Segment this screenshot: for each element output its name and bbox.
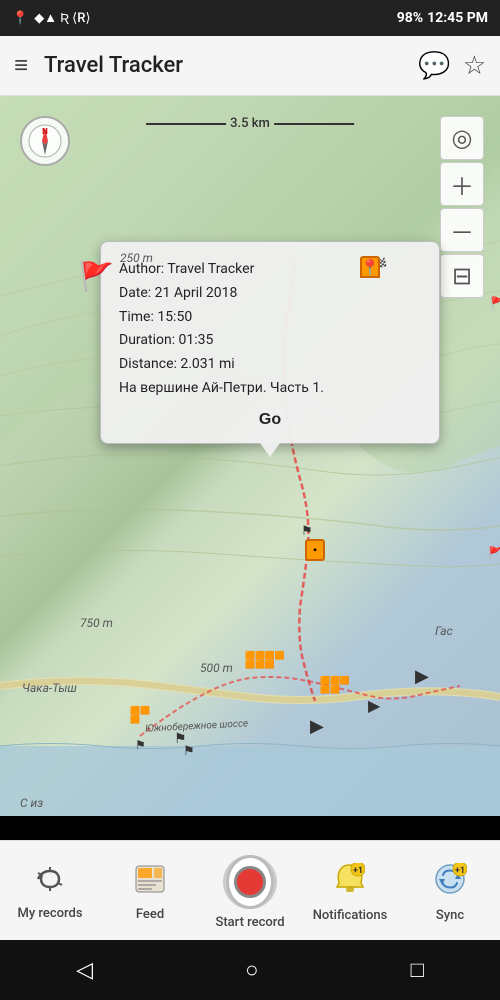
battery-text: 98% [397, 10, 423, 26]
popup-distance: Distance: 2.031 mi [119, 353, 421, 377]
start-record-icon [223, 855, 277, 909]
status-right: 98% 12:45 PM [397, 10, 488, 26]
time-text: 12:45 PM [427, 10, 488, 26]
popup-duration: Duration: 01:35 [119, 329, 421, 353]
my-records-label: My records [17, 906, 82, 921]
star-icon-button[interactable]: ☆ [463, 51, 486, 81]
back-button[interactable]: ◁ [68, 950, 101, 991]
svg-text:N: N [42, 127, 48, 136]
record-dot [234, 866, 266, 898]
map-controls: ◎ ＋ － ⊟ [440, 116, 484, 300]
play-flag-2: ▶ [368, 696, 380, 715]
track-cluster-3: 🟧🟧🟧 [130, 706, 150, 724]
track-popup[interactable]: 🚩 Author: Travel Tracker Date: 21 April … [100, 241, 440, 444]
map-label-250m: 250 m [120, 251, 153, 265]
layers-button[interactable]: ⊟ [440, 254, 484, 298]
popup-flag-icon: 🚩 [79, 260, 114, 293]
signal-icons: ◆▲ Ʀ ⟨R⟩ [34, 10, 90, 26]
feed-icon [134, 864, 166, 901]
app-bar: ≡ Travel Tracker 💬 ☆ [0, 36, 500, 96]
track-cluster-1: 🟧🟧🟧🟧🟧🟧🟧 [245, 651, 285, 669]
my-records-icon [34, 865, 66, 900]
home-button[interactable]: ○ [237, 949, 266, 991]
status-icons: 📍 ◆▲ Ʀ ⟨R⟩ [12, 10, 91, 26]
recents-button[interactable]: □ [403, 949, 432, 991]
chat-icon-button[interactable]: 💬 [418, 51, 450, 81]
nav-feed[interactable]: Feed [100, 841, 200, 940]
map-location-button[interactable]: ◎ [440, 116, 484, 160]
app-title: Travel Tracker [44, 53, 406, 78]
track-marker-3: 🚩 [488, 546, 500, 560]
distance-marker: 3.5 km [146, 116, 354, 131]
distance-label: 3.5 km [230, 116, 270, 131]
compass: N [20, 116, 70, 166]
zoom-in-button[interactable]: ＋ [440, 162, 484, 206]
hamburger-menu-button[interactable]: ≡ [14, 51, 28, 80]
map-label-city: С из [20, 796, 43, 810]
notifications-label: Notifications [313, 908, 388, 923]
play-flag-5: ⚑ [135, 738, 146, 752]
bottom-nav: My records Feed Start record [0, 840, 500, 940]
notifications-icon: +1 [335, 863, 365, 902]
nav-start-record[interactable]: Start record [200, 841, 300, 940]
location-icon: 📍 [12, 11, 28, 26]
popup-description: На вершине Ай-Петри. Часть 1. [119, 377, 421, 401]
map-pin-1: ⚑ [301, 524, 313, 539]
map-label-gas: Гас [435, 624, 453, 638]
track-marker-2: 🚩 [490, 296, 500, 310]
map-view[interactable]: 3.5 km N ◎ ＋ － ⊟ 🚩 Author: Travel Tracke… [0, 96, 500, 816]
nav-my-records[interactable]: My records [0, 841, 100, 940]
play-flag-3: ▶ [310, 716, 324, 737]
track-point-1: 📍 [360, 256, 380, 278]
play-flag-1: ▶ [415, 666, 429, 687]
map-label-750m: 750 m [80, 616, 113, 630]
nav-notifications[interactable]: +1 Notifications [300, 841, 400, 940]
svg-text:+1: +1 [353, 866, 363, 876]
zoom-out-button[interactable]: － [440, 208, 484, 252]
start-record-label: Start record [215, 915, 284, 930]
system-nav-bar: ◁ ○ □ [0, 940, 500, 1000]
go-button[interactable]: Go [119, 411, 421, 429]
track-point-2: ▪ [305, 539, 325, 561]
play-flag-6: ⚑ [183, 744, 195, 759]
distance-line: 3.5 km [146, 116, 354, 131]
feed-label: Feed [136, 907, 164, 922]
status-bar: 📍 ◆▲ Ʀ ⟨R⟩ 98% 12:45 PM [0, 0, 500, 36]
popup-date: Date: 21 April 2018 [119, 282, 421, 306]
sync-icon: +1 [433, 863, 467, 902]
map-label-chaka: Чака-Тыш [22, 681, 77, 695]
sync-label: Sync [436, 908, 464, 923]
svg-text:+1: +1 [455, 866, 465, 876]
popup-time: Time: 15:50 [119, 306, 421, 330]
track-cluster-2: 🟧🟧🟧🟧🟧 [320, 676, 350, 694]
map-label-500m: 500 m [200, 661, 233, 675]
nav-sync[interactable]: +1 Sync [400, 841, 500, 940]
contour-lines [0, 96, 500, 816]
